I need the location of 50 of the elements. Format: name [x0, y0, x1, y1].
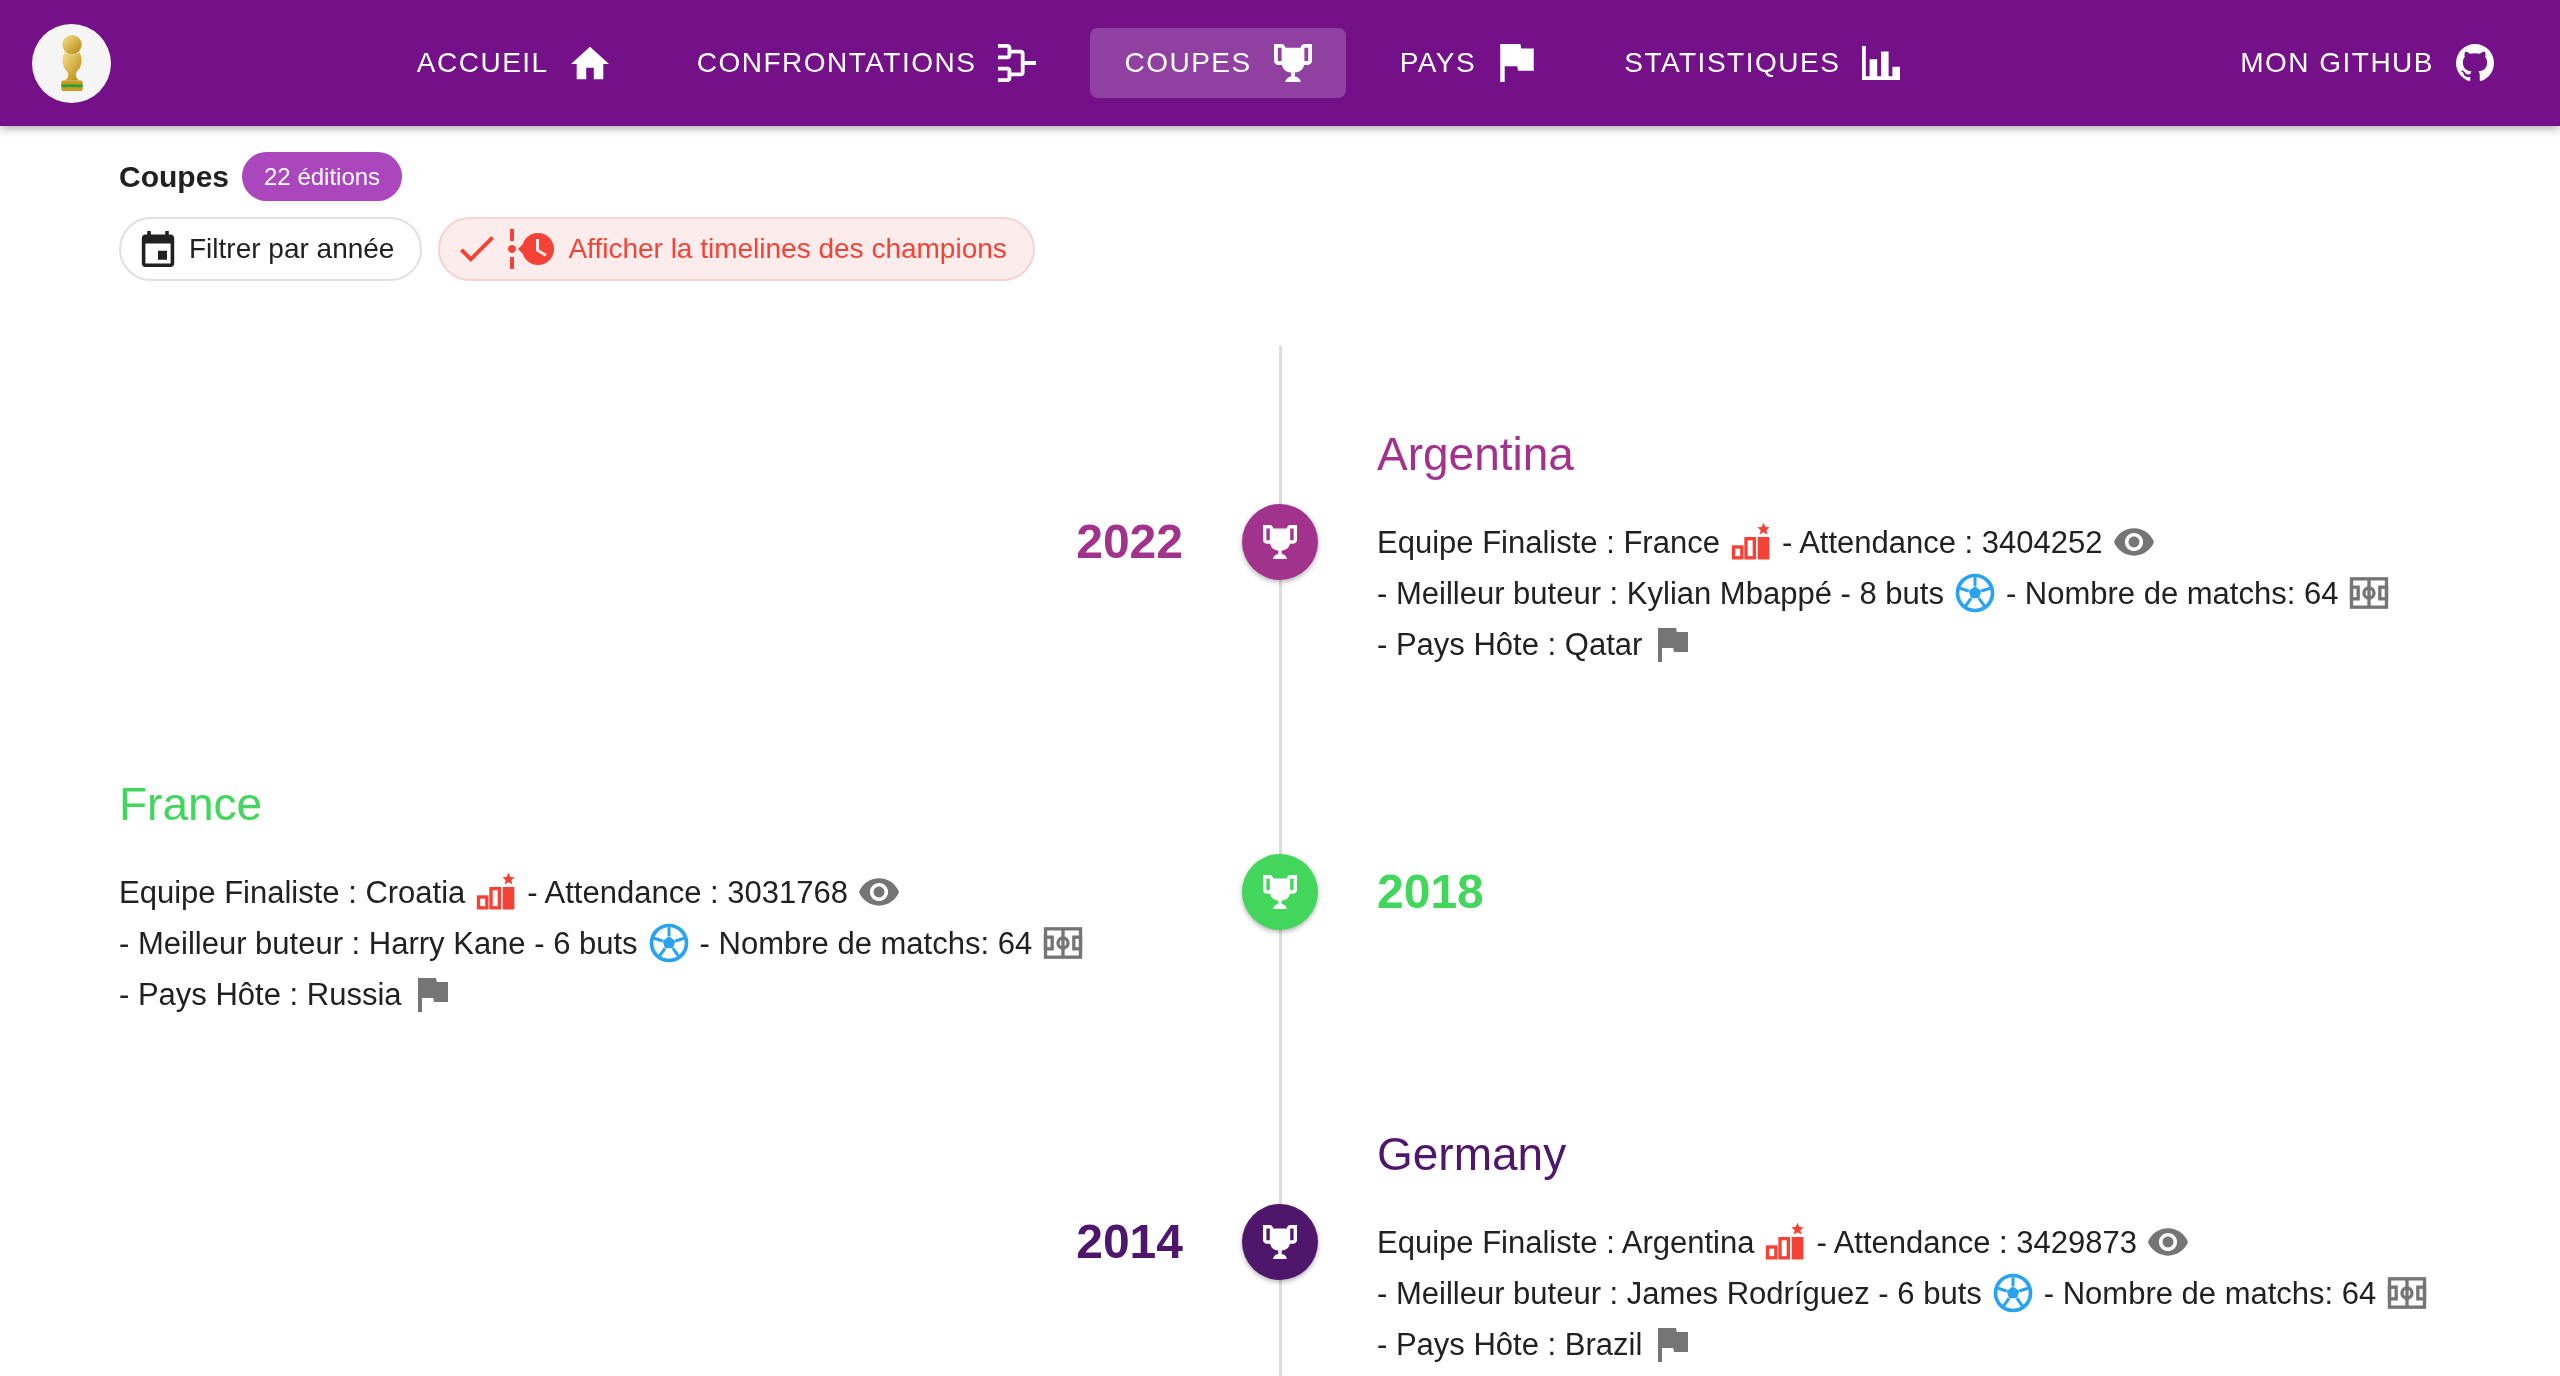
trophy-icon	[1263, 1225, 1297, 1259]
match-count-text: - Nombre de matchs: 64	[2005, 576, 2339, 611]
match-count-text: - Nombre de matchs: 64	[2043, 1276, 2377, 1311]
winner-name: Germany	[1377, 1127, 1568, 1182]
winner-name: France	[119, 777, 264, 832]
podium-icon	[1730, 522, 1771, 562]
attendance-text: - Attendance : 3031768	[527, 875, 848, 910]
year-label: 2022	[1075, 514, 1183, 570]
year-label: 2018	[1377, 864, 1485, 920]
soccer-ball-icon	[1992, 1273, 2033, 1313]
top-scorer-text: - Meilleur buteur : Kylian Mbappé - 8 buts	[1377, 576, 1944, 611]
top-scorer-text: - Meilleur buteur : Harry Kane - 6 buts	[119, 926, 638, 961]
soccer-ball-icon	[648, 923, 689, 963]
trophy-icon	[1273, 44, 1312, 82]
finalist-text: Equipe Finaliste : France	[1377, 525, 1720, 560]
attendance-text: - Attendance : 3429873	[1816, 1225, 2137, 1260]
nav-tab[interactable]: ACCUEIL	[382, 28, 643, 98]
trophy-icon	[1263, 525, 1297, 559]
attendance-text: - Attendance : 3404252	[1781, 525, 2103, 560]
github-link[interactable]: MON GITHUB	[2206, 28, 2528, 98]
count-badge: 22 éditions	[242, 152, 403, 201]
calendar-icon	[141, 231, 175, 267]
nav-tab[interactable]: COUPES	[1090, 28, 1346, 98]
bracket-icon	[998, 44, 1037, 82]
finalist-text: Equipe Finaliste : Argentina	[1377, 1225, 1755, 1260]
host-country-text: - Pays Hôte : Brazil	[1377, 1327, 1643, 1362]
flag-icon	[1498, 44, 1537, 82]
nav-tab[interactable]: STATISTIQUES	[1590, 28, 1935, 98]
bar-chart-icon	[1862, 44, 1901, 82]
host-country-text: - Pays Hôte : Qatar	[1377, 627, 1643, 662]
podium-icon	[476, 872, 517, 912]
trophy-icon	[1263, 875, 1297, 909]
soccer-ball-icon	[1954, 573, 1995, 613]
winner-name: Argentina	[1377, 427, 1575, 482]
timeline-clock-icon	[508, 229, 555, 269]
top-scorer-text: - Meilleur buteur : James Rodríguez - 6 buts	[1377, 1276, 1982, 1311]
github-icon	[2456, 44, 2494, 82]
nav-tab[interactable]: PAYS	[1365, 28, 1571, 98]
flag-icon	[417, 978, 448, 1012]
filter-chip[interactable]: Filtrer par année	[119, 217, 423, 281]
match-count-text: - Nombre de matchs: 64	[699, 926, 1033, 961]
flag-icon	[1658, 1328, 1689, 1362]
nav-tab[interactable]: CONFRONTATIONS	[662, 28, 1071, 98]
year-label: 2014	[1075, 1214, 1183, 1270]
home-icon	[570, 44, 609, 82]
podium-icon	[1765, 1222, 1806, 1262]
host-country-text: - Pays Hôte : Russia	[119, 977, 402, 1012]
page-title: Coupes	[119, 159, 229, 195]
finalist-text: Equipe Finaliste : Croatia	[119, 875, 466, 910]
flag-icon	[1658, 628, 1689, 662]
